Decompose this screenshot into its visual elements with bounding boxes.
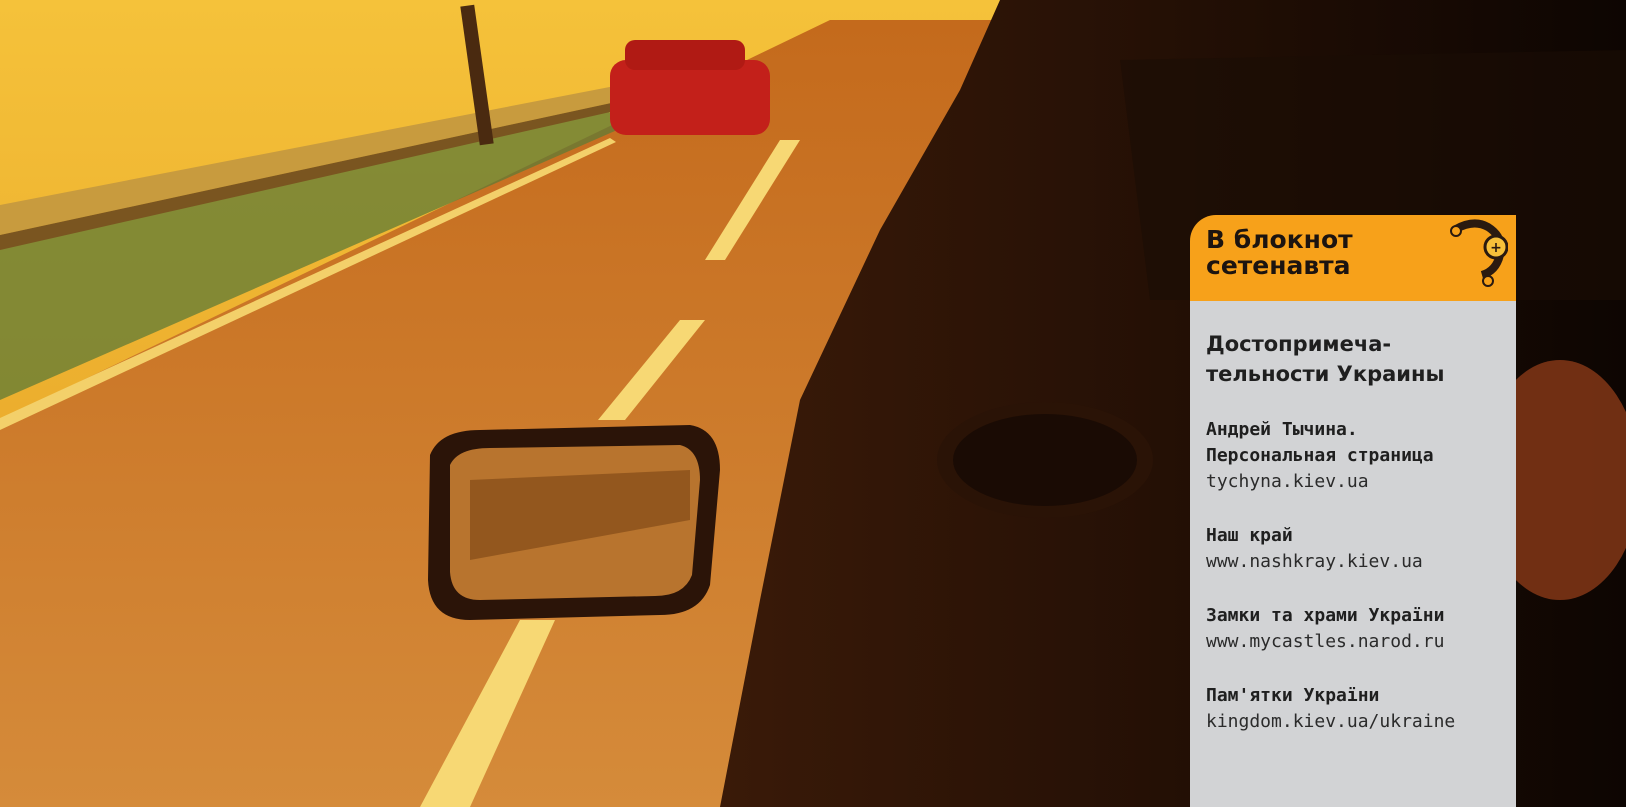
entry-url[interactable]: kingdom.kiev.ua/ukraine: [1206, 709, 1500, 735]
link-entry: Пам'ятки України kingdom.kiev.ua/ukraine: [1206, 683, 1500, 735]
sidebar-header: В блокнот сетенавта +: [1190, 215, 1516, 301]
link-entry: Наш край www.nashkray.kiev.ua: [1206, 523, 1500, 575]
entry-url[interactable]: www.nashkray.kiev.ua: [1206, 549, 1500, 575]
entry-title: Андрей Тычина. Персональная страница: [1206, 419, 1434, 466]
sidebar-title-line1: В блокнот: [1206, 225, 1353, 254]
sidebar-title: В блокнот сетенавта: [1206, 227, 1353, 279]
link-entry: Андрей Тычина. Персональная страница tyc…: [1206, 417, 1500, 495]
sidebar-body: Достопримеча- тельности Украины Андрей Т…: [1190, 301, 1516, 807]
entry-url[interactable]: www.mycastles.narod.ru: [1206, 629, 1500, 655]
entry-title: Наш край: [1206, 525, 1293, 546]
link-entry: Замки та храми України www.mycastles.nar…: [1206, 603, 1500, 655]
entry-title: Пам'ятки України: [1206, 685, 1380, 706]
section-heading: Достопримеча- тельности Украины: [1206, 332, 1445, 386]
svg-text:+: +: [1490, 240, 1502, 256]
sidebar-title-line2: сетенавта: [1206, 251, 1351, 280]
notebook-sidebar: В блокнот сетенавта + Достопримеча- тель…: [1190, 215, 1516, 807]
entry-title: Замки та храми України: [1206, 605, 1445, 626]
section-logo-icon: +: [1450, 219, 1508, 287]
entry-url[interactable]: tychyna.kiev.ua: [1206, 469, 1500, 495]
